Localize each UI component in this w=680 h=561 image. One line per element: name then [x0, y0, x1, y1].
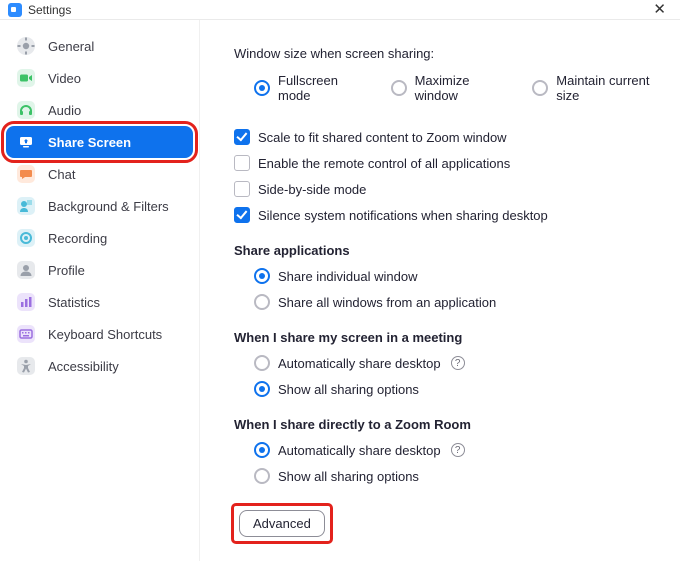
recording-icon	[16, 228, 36, 248]
advanced-button[interactable]: Advanced	[239, 510, 325, 537]
radio-icon	[254, 294, 270, 310]
radio-label: Show all sharing options	[278, 382, 419, 397]
sidebar-item-label: Accessibility	[48, 359, 119, 374]
window-size-radio-group: Fullscreen mode Maximize window Maintain…	[254, 73, 660, 113]
radio-maximize-window[interactable]: Maximize window	[391, 73, 503, 103]
radio-zr-auto-desktop[interactable]: Automatically share desktop ?	[254, 442, 660, 458]
radio-icon	[532, 80, 548, 96]
share-zoom-room-title: When I share directly to a Zoom Room	[234, 417, 660, 432]
video-camera-icon	[16, 68, 36, 88]
checkbox-icon	[234, 155, 250, 171]
advanced-button-highlight: Advanced	[234, 506, 330, 541]
statistics-icon	[16, 292, 36, 312]
content-panel: Window size when screen sharing: Fullscr…	[200, 20, 680, 561]
sidebar-item-label: Video	[48, 71, 81, 86]
headphones-icon	[16, 100, 36, 120]
radio-meeting-auto-desktop[interactable]: Automatically share desktop ?	[254, 355, 660, 371]
sidebar-item-recording[interactable]: Recording	[6, 222, 193, 254]
sidebar-item-background-filters[interactable]: Background & Filters	[6, 190, 193, 222]
chat-bubble-icon	[16, 164, 36, 184]
window-size-label: Window size when screen sharing:	[234, 46, 660, 61]
sidebar-item-label: General	[48, 39, 94, 54]
window-title: Settings	[28, 3, 71, 17]
radio-icon	[254, 355, 270, 371]
titlebar: Settings ✕	[0, 0, 680, 20]
sidebar: General Video Audio Share Screen	[0, 20, 200, 561]
help-icon[interactable]: ?	[451, 443, 465, 457]
checkbox-remote-control[interactable]: Enable the remote control of all applica…	[234, 155, 660, 171]
radio-icon	[391, 80, 407, 96]
checkbox-label: Enable the remote control of all applica…	[258, 156, 510, 171]
checkbox-icon	[234, 207, 250, 223]
radio-label: Maximize window	[415, 73, 503, 103]
keyboard-icon	[16, 324, 36, 344]
checkbox-label: Side-by-side mode	[258, 182, 366, 197]
radio-label: Automatically share desktop	[278, 443, 441, 458]
sidebar-item-label: Background & Filters	[48, 199, 169, 214]
sidebar-item-keyboard-shortcuts[interactable]: Keyboard Shortcuts	[6, 318, 193, 350]
gear-icon	[16, 36, 36, 56]
radio-label: Share all windows from an application	[278, 295, 496, 310]
sidebar-item-label: Audio	[48, 103, 81, 118]
checkbox-silence-notifications[interactable]: Silence system notifications when sharin…	[234, 207, 660, 223]
radio-zr-show-all[interactable]: Show all sharing options	[254, 468, 660, 484]
checkbox-label: Scale to fit shared content to Zoom wind…	[258, 130, 507, 145]
sidebar-item-label: Share Screen	[48, 135, 131, 150]
radio-label: Maintain current size	[556, 73, 660, 103]
sidebar-item-label: Chat	[48, 167, 75, 182]
checkbox-side-by-side[interactable]: Side-by-side mode	[234, 181, 660, 197]
share-screen-icon	[16, 132, 36, 152]
profile-icon	[16, 260, 36, 280]
radio-label: Share individual window	[278, 269, 417, 284]
sidebar-item-label: Statistics	[48, 295, 100, 310]
zoom-app-icon	[8, 3, 22, 17]
sidebar-item-accessibility[interactable]: Accessibility	[6, 350, 193, 382]
accessibility-icon	[16, 356, 36, 376]
close-icon[interactable]: ✕	[647, 0, 672, 19]
radio-label: Fullscreen mode	[278, 73, 361, 103]
checkbox-label: Silence system notifications when sharin…	[258, 208, 548, 223]
sidebar-item-audio[interactable]: Audio	[6, 94, 193, 126]
radio-icon	[254, 80, 270, 96]
radio-label: Automatically share desktop	[278, 356, 441, 371]
sidebar-item-share-screen[interactable]: Share Screen	[6, 126, 193, 158]
radio-icon	[254, 268, 270, 284]
sidebar-item-label: Recording	[48, 231, 107, 246]
background-filters-icon	[16, 196, 36, 216]
settings-window: Settings ✕ General Video Aud	[0, 0, 680, 559]
sidebar-item-video[interactable]: Video	[6, 62, 193, 94]
radio-share-individual[interactable]: Share individual window	[254, 268, 660, 284]
radio-maintain-current-size[interactable]: Maintain current size	[532, 73, 660, 103]
help-icon[interactable]: ?	[451, 356, 465, 370]
checkbox-icon	[234, 129, 250, 145]
radio-icon	[254, 468, 270, 484]
sidebar-item-label: Profile	[48, 263, 85, 278]
radio-meeting-show-all[interactable]: Show all sharing options	[254, 381, 660, 397]
radio-icon	[254, 442, 270, 458]
checkbox-icon	[234, 181, 250, 197]
radio-label: Show all sharing options	[278, 469, 419, 484]
share-applications-title: Share applications	[234, 243, 660, 258]
radio-fullscreen-mode[interactable]: Fullscreen mode	[254, 73, 361, 103]
sidebar-item-general[interactable]: General	[6, 30, 193, 62]
sidebar-item-chat[interactable]: Chat	[6, 158, 193, 190]
checkbox-scale-to-fit[interactable]: Scale to fit shared content to Zoom wind…	[234, 129, 660, 145]
sidebar-item-label: Keyboard Shortcuts	[48, 327, 162, 342]
sidebar-item-profile[interactable]: Profile	[6, 254, 193, 286]
share-meeting-title: When I share my screen in a meeting	[234, 330, 660, 345]
radio-icon	[254, 381, 270, 397]
sidebar-item-statistics[interactable]: Statistics	[6, 286, 193, 318]
radio-share-all-windows[interactable]: Share all windows from an application	[254, 294, 660, 310]
